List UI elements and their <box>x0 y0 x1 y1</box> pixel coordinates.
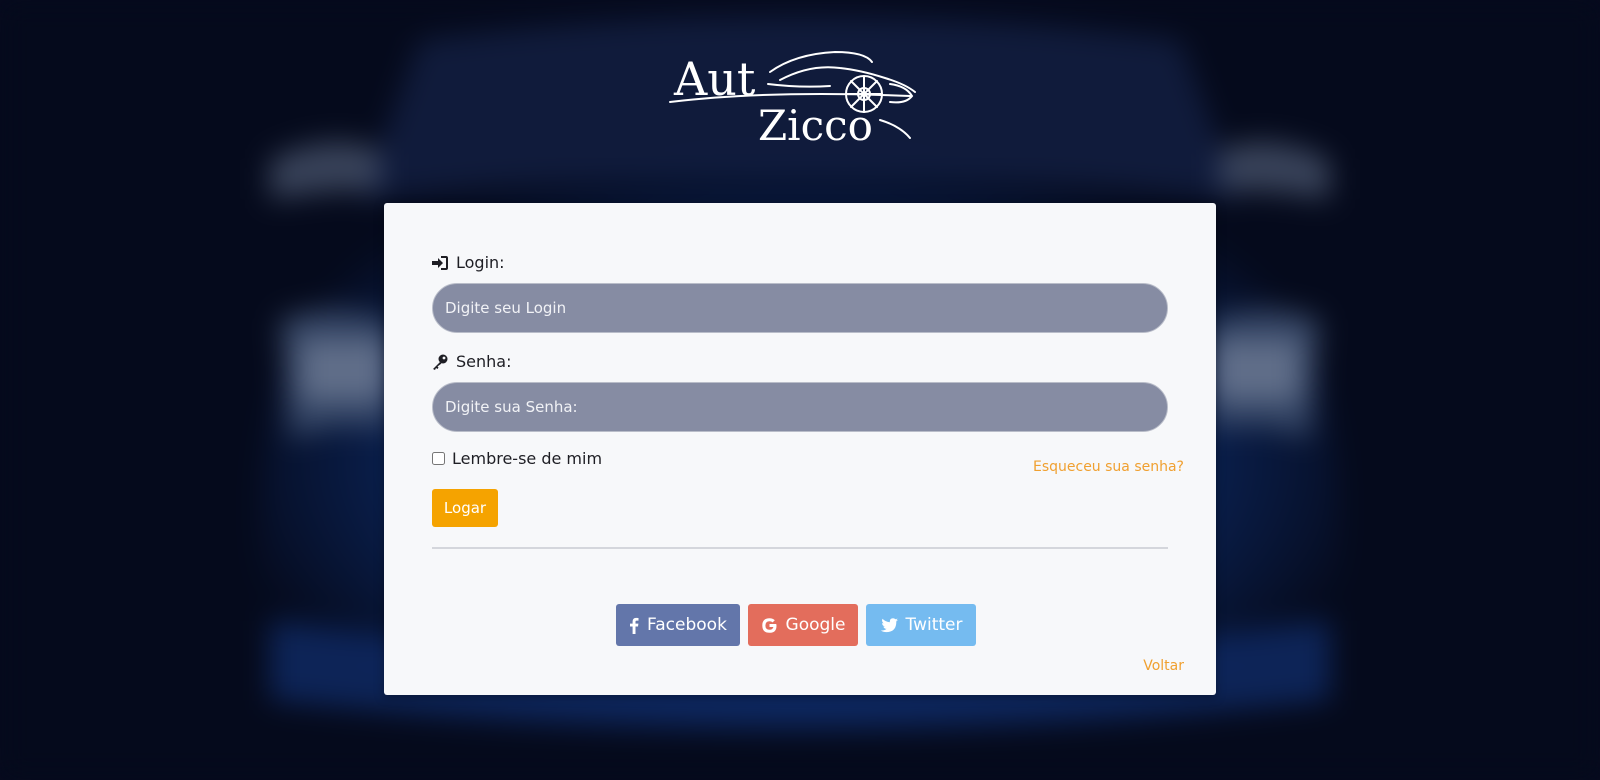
facebook-button-label: Facebook <box>647 615 727 635</box>
twitter-button-label: Twitter <box>905 615 963 635</box>
autozicco-logo: Aut Zicco <box>669 50 916 150</box>
sign-in-icon <box>432 255 448 270</box>
google-button[interactable]: Google <box>748 604 858 646</box>
svg-text:Zicco: Zicco <box>758 101 873 150</box>
remember-me-label: Lembre-se de mim <box>452 449 603 468</box>
google-button-label: Google <box>785 615 846 635</box>
forgot-password-link[interactable]: Esqueceu sua senha? <box>1008 459 1184 475</box>
remember-me: Lembre-se de mim <box>432 449 602 468</box>
password-label-text: Senha: <box>456 352 512 371</box>
facebook-button[interactable]: Facebook <box>616 604 740 646</box>
login-label-text: Login: <box>456 253 505 272</box>
facebook-icon <box>630 617 639 634</box>
password-input[interactable] <box>432 382 1168 432</box>
key-icon <box>433 354 448 370</box>
login-button[interactable]: Logar <box>432 489 498 527</box>
twitter-icon <box>880 617 898 632</box>
login-input[interactable] <box>432 283 1168 333</box>
google-icon <box>761 617 777 633</box>
password-label: Senha: <box>432 352 511 371</box>
login-panel: Login: Senha: Lembre-se de mim Esqueceu … <box>384 203 1216 695</box>
back-link[interactable]: Voltar <box>1064 658 1184 674</box>
remember-me-checkbox[interactable] <box>432 452 445 465</box>
twitter-button[interactable]: Twitter <box>866 604 976 646</box>
divider <box>432 547 1168 549</box>
login-label: Login: <box>432 253 505 272</box>
